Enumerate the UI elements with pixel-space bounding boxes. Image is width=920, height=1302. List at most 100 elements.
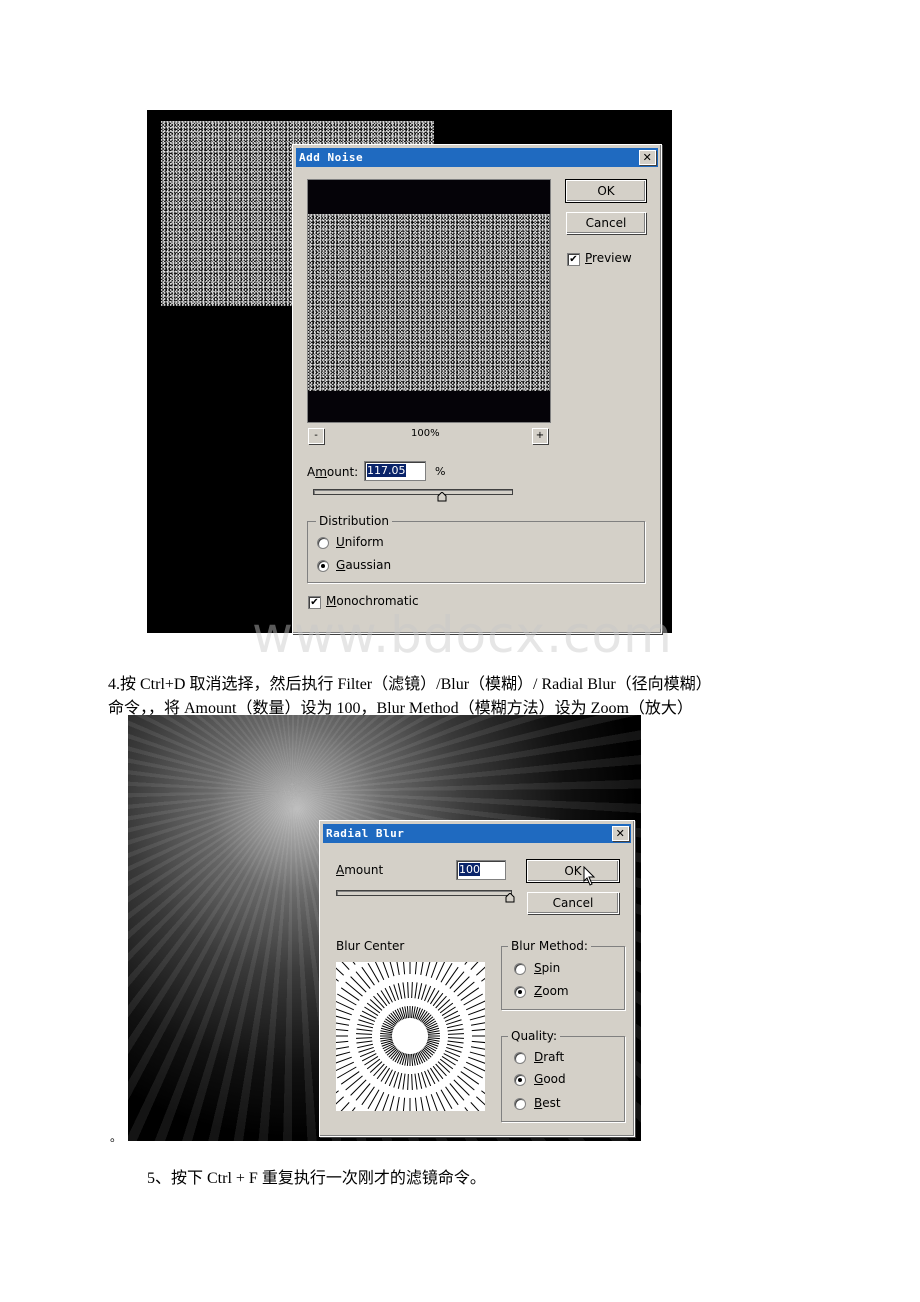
mouse-cursor-icon [583, 865, 597, 891]
radio-best[interactable] [514, 1098, 526, 1110]
blur-ray [420, 1096, 424, 1111]
cancel-button[interactable]: Cancel [566, 212, 646, 234]
amount-slider-thumb[interactable] [505, 890, 515, 903]
blur-ray [476, 1096, 485, 1106]
blur-ray [447, 1040, 464, 1044]
ok-button[interactable]: OK [526, 859, 620, 883]
blur-ray [453, 1079, 470, 1096]
blur-ray [364, 1055, 379, 1066]
zoom-in-button[interactable]: + [532, 428, 548, 444]
blur-ray [430, 1094, 438, 1111]
radio-zoom[interactable] [514, 986, 526, 998]
ok-button[interactable]: OK [565, 179, 647, 203]
blur-ray [457, 1075, 475, 1091]
blur-ray [460, 1071, 480, 1085]
zoom-out-button[interactable]: - [308, 428, 324, 444]
blur-ray [468, 1056, 485, 1064]
amount-slider[interactable] [336, 890, 512, 896]
gaussian-label: Gaussian [336, 558, 392, 572]
blur-ray [382, 962, 390, 978]
blur-ray [407, 1073, 409, 1090]
blur-ray [439, 1002, 454, 1014]
blur-ray [356, 1033, 373, 1035]
amount-value: 117.05 [367, 464, 406, 477]
amount-input[interactable]: 117.05 [364, 461, 426, 481]
blur-ray [336, 1015, 351, 1021]
blur-ray [435, 995, 447, 1009]
radio-gaussian[interactable] [317, 560, 329, 572]
blur-ray [403, 962, 406, 975]
blur-ray [425, 1095, 431, 1111]
blur-ray [435, 1063, 447, 1077]
blur-ray [445, 966, 459, 986]
blur-ray [447, 1033, 464, 1035]
blur-center-preview[interactable] [336, 962, 485, 1111]
blur-ray [476, 966, 485, 976]
blur-ray [389, 962, 395, 977]
blur-ray [417, 1072, 423, 1089]
blur-ray [445, 1086, 459, 1106]
blur-ray [453, 976, 470, 993]
blur-ray [411, 1006, 414, 1019]
blur-ray [350, 976, 367, 993]
blur-ray [369, 999, 383, 1011]
blur-ray [340, 1071, 360, 1085]
amount-unit: % [435, 465, 446, 478]
preview-noise [308, 214, 550, 391]
blur-ray [437, 999, 451, 1011]
blur-ray [336, 1029, 349, 1032]
blur-ray [429, 990, 440, 1005]
blur-ray [356, 1037, 373, 1039]
blur-ray [437, 1061, 451, 1073]
blur-ray [345, 981, 363, 997]
blur-ray [471, 1040, 485, 1044]
amount-slider-thumb[interactable] [437, 489, 447, 502]
blur-ray [414, 982, 418, 999]
blur-ray [481, 1090, 485, 1095]
blur-ray [373, 1063, 385, 1077]
blur-ray [369, 1061, 383, 1073]
blur-ray [373, 995, 385, 1009]
blur-method-legend: Blur Method: [508, 939, 591, 953]
blur-ray [356, 1028, 373, 1032]
blur-ray [336, 1096, 344, 1105]
radio-good[interactable] [514, 1074, 526, 1086]
radio-uniform[interactable] [317, 537, 329, 549]
close-icon[interactable]: ✕ [639, 150, 656, 165]
blur-ray [427, 1037, 440, 1040]
blur-ray [366, 1002, 381, 1014]
watermark: www.bdocx.com [252, 606, 673, 664]
preview-checkbox[interactable]: ✔ [567, 253, 580, 266]
blur-ray [351, 1107, 356, 1111]
close-icon[interactable]: ✕ [612, 826, 629, 841]
preview-label: Preview [585, 251, 632, 265]
cancel-button[interactable]: Cancel [527, 892, 619, 914]
step4-line1: 4.按 Ctrl+D 取消选择，然后执行 Filter（滤镜）/Blur（模糊）… [108, 676, 712, 693]
blur-ray [361, 1086, 375, 1106]
blur-ray [470, 1022, 485, 1026]
blur-ray [469, 1015, 485, 1021]
blur-ray [420, 962, 424, 976]
blur-center-label: Blur Center [336, 939, 405, 953]
quality-group: Quality: Draft Good Best [501, 1029, 625, 1122]
radio-draft[interactable] [514, 1052, 526, 1064]
blur-ray [341, 962, 350, 970]
blur-ray [414, 962, 417, 975]
radio-spin[interactable] [514, 963, 526, 975]
dialog-title: Add Noise [299, 151, 364, 164]
blur-ray [376, 992, 388, 1007]
blur-ray [376, 1065, 388, 1080]
preview-pane[interactable] [307, 179, 551, 423]
blur-ray [411, 1053, 414, 1066]
blur-ray [336, 967, 344, 976]
blur-ray [364, 1006, 379, 1017]
blur-ray [336, 1046, 350, 1050]
amount-input[interactable]: 100 [456, 860, 506, 880]
blur-center-rays [336, 962, 485, 1111]
blur-ray [470, 1102, 480, 1111]
trailing-mark: 。 [110, 1130, 123, 1144]
blur-ray [357, 1043, 374, 1049]
amount-slider[interactable] [313, 489, 513, 495]
blur-ray [402, 1097, 406, 1111]
blur-ray [411, 982, 413, 999]
